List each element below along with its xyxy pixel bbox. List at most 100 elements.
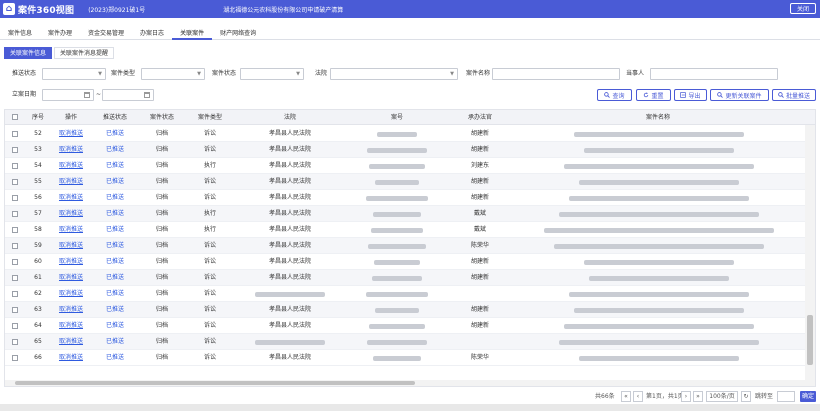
table-row[interactable]: 56 取消推送 已推送 归档 诉讼 孝昌县人民法院 胡建新 <box>5 190 805 206</box>
case-number-redacted <box>374 260 420 265</box>
subtab-related-info[interactable]: 关联案件信息 <box>4 47 53 59</box>
col-case-name: 案件名称 <box>645 114 670 121</box>
push-status-select[interactable]: ▼ <box>42 68 106 80</box>
case-number-redacted <box>377 132 417 137</box>
court-select[interactable]: ▼ <box>330 68 458 80</box>
row-checkbox[interactable] <box>12 259 18 265</box>
chevron-down-icon: ▼ <box>450 71 454 77</box>
cancel-push-link[interactable]: 取消推送 <box>51 238 91 254</box>
update-related-cases-button[interactable]: 更新关联案件 <box>710 89 769 101</box>
tab-case-handling[interactable]: 案件办理 <box>40 28 80 40</box>
cancel-push-link[interactable]: 取消推送 <box>51 286 91 302</box>
next-page-button[interactable]: › <box>681 391 691 402</box>
filing-date-end-input[interactable] <box>102 89 154 101</box>
table-row[interactable]: 66 取消推送 已推送 归档 诉讼 孝昌县人民法院 陈荣华 <box>5 350 805 366</box>
page-info: 第1页，共1页 <box>646 393 684 400</box>
row-checkbox[interactable] <box>12 323 18 329</box>
table-row[interactable]: 61 取消推送 已推送 归档 诉讼 孝昌县人民法院 胡建新 <box>5 270 805 286</box>
goto-confirm-button[interactable]: 确定 <box>800 391 816 402</box>
cancel-push-link[interactable]: 取消推送 <box>51 334 91 350</box>
tab-fund-transactions[interactable]: 资金交易管理 <box>80 28 132 40</box>
case-name-input[interactable] <box>492 68 620 80</box>
page-size-value: 100条/页 <box>709 393 735 400</box>
col-case-status: 案件状态 <box>149 114 174 121</box>
row-checkbox[interactable] <box>12 195 18 201</box>
refresh-button[interactable]: ↻ <box>741 391 751 402</box>
related-cases-table: 序号 操作 推送状态 案件状态 案件类型 法院 案号 承办法官 案件名称 52 取… <box>4 109 816 387</box>
case-status-select[interactable]: ▼ <box>240 68 304 80</box>
row-checkbox[interactable] <box>12 179 18 185</box>
table-row[interactable]: 57 取消推送 已推送 归档 执行 孝昌县人民法院 戴斌 <box>5 206 805 222</box>
row-checkbox[interactable] <box>12 147 18 153</box>
party-input[interactable] <box>650 68 778 80</box>
table-row[interactable]: 53 取消推送 已推送 归档 诉讼 孝昌县人民法院 胡建新 <box>5 142 805 158</box>
batch-push-button-label: 批量推送 <box>785 92 810 100</box>
row-checkbox[interactable] <box>12 339 18 345</box>
table-row[interactable]: 62 取消推送 已推送 归档 诉讼 <box>5 286 805 302</box>
col-case-type: 案件类型 <box>197 114 222 121</box>
table-row[interactable]: 59 取消推送 已推送 归档 诉讼 孝昌县人民法院 陈荣华 <box>5 238 805 254</box>
cancel-push-link[interactable]: 取消推送 <box>51 350 91 366</box>
cancel-push-link[interactable]: 取消推送 <box>51 126 91 142</box>
tab-property-query[interactable]: 财产网络查询 <box>212 28 264 40</box>
filing-date-start-input[interactable] <box>42 89 94 101</box>
window-bottom-bar <box>0 404 820 411</box>
col-no: 序号 <box>31 114 44 121</box>
row-checkbox[interactable] <box>12 291 18 297</box>
subtab-related-reminders[interactable]: 关联案件消息提醒 <box>54 47 115 59</box>
cancel-push-link[interactable]: 取消推送 <box>51 318 91 334</box>
row-checkbox[interactable] <box>12 163 18 169</box>
cancel-push-link[interactable]: 取消推送 <box>51 190 91 206</box>
row-checkbox[interactable] <box>12 307 18 313</box>
table-row[interactable]: 60 取消推送 已推送 归档 诉讼 孝昌县人民法院 胡建新 <box>5 254 805 270</box>
horizontal-scroll-thumb[interactable] <box>15 381 415 385</box>
select-all-checkbox[interactable] <box>12 114 18 120</box>
reset-button[interactable]: 重置 <box>636 89 671 101</box>
cancel-push-link[interactable]: 取消推送 <box>51 174 91 190</box>
table-row[interactable]: 54 取消推送 已推送 归档 执行 孝昌县人民法院 刘建东 <box>5 158 805 174</box>
first-page-button[interactable]: « <box>621 391 631 402</box>
tab-related-cases[interactable]: 关联案件 <box>172 28 213 40</box>
row-number: 64 <box>34 322 42 329</box>
cancel-push-link[interactable]: 取消推送 <box>51 142 91 158</box>
cancel-push-link[interactable]: 取消推送 <box>51 222 91 238</box>
court-name: 孝昌县人民法院 <box>268 306 311 313</box>
export-button[interactable]: 导出 <box>674 89 707 101</box>
case-type-select[interactable]: ▼ <box>141 68 205 80</box>
table-row[interactable]: 63 取消推送 已推送 归档 诉讼 孝昌县人民法院 胡建新 <box>5 302 805 318</box>
goto-page-input[interactable] <box>777 391 795 402</box>
cancel-push-link[interactable]: 取消推送 <box>51 206 91 222</box>
table-row[interactable]: 65 取消推送 已推送 归档 诉讼 <box>5 334 805 350</box>
row-checkbox[interactable] <box>12 211 18 217</box>
cancel-push-link[interactable]: 取消推送 <box>51 270 91 286</box>
vertical-scrollbar[interactable] <box>805 125 815 383</box>
calendar-icon <box>144 92 150 98</box>
close-button[interactable]: 关闭 <box>790 3 816 14</box>
prev-page-button[interactable]: ‹ <box>633 391 643 402</box>
vertical-scroll-thumb[interactable] <box>807 315 813 365</box>
tab-case-info[interactable]: 案件信息 <box>0 28 40 40</box>
cancel-push-link[interactable]: 取消推送 <box>51 254 91 270</box>
case-type: 执行 <box>203 226 216 233</box>
table-row[interactable]: 64 取消推送 已推送 归档 诉讼 孝昌县人民法院 胡建新 <box>5 318 805 334</box>
search-button[interactable]: 查询 <box>597 89 632 101</box>
row-checkbox[interactable] <box>12 131 18 137</box>
row-checkbox[interactable] <box>12 227 18 233</box>
table-row[interactable]: 55 取消推送 已推送 归档 诉讼 孝昌县人民法院 胡建新 <box>5 174 805 190</box>
case-number-redacted <box>371 228 423 233</box>
cancel-push-link[interactable]: 取消推送 <box>51 158 91 174</box>
tab-case-log[interactable]: 办案日志 <box>132 28 172 40</box>
cancel-push-link[interactable]: 取消推送 <box>51 302 91 318</box>
page-size-select[interactable]: 100条/页 <box>706 391 738 402</box>
batch-push-button[interactable]: 批量推送 <box>772 89 816 101</box>
row-checkbox[interactable] <box>12 355 18 361</box>
row-checkbox[interactable] <box>12 243 18 249</box>
case-name-redacted <box>544 228 774 233</box>
table-row[interactable]: 58 取消推送 已推送 归档 执行 孝昌县人民法院 戴斌 <box>5 222 805 238</box>
row-number: 60 <box>34 258 42 265</box>
table-row[interactable]: 52 取消推送 已推送 归档 诉讼 孝昌县人民法院 胡建新 <box>5 126 805 142</box>
push-status: 已推送 <box>105 322 124 329</box>
row-checkbox[interactable] <box>12 275 18 281</box>
last-page-button[interactable]: » <box>693 391 703 402</box>
horizontal-scrollbar[interactable] <box>5 380 815 386</box>
